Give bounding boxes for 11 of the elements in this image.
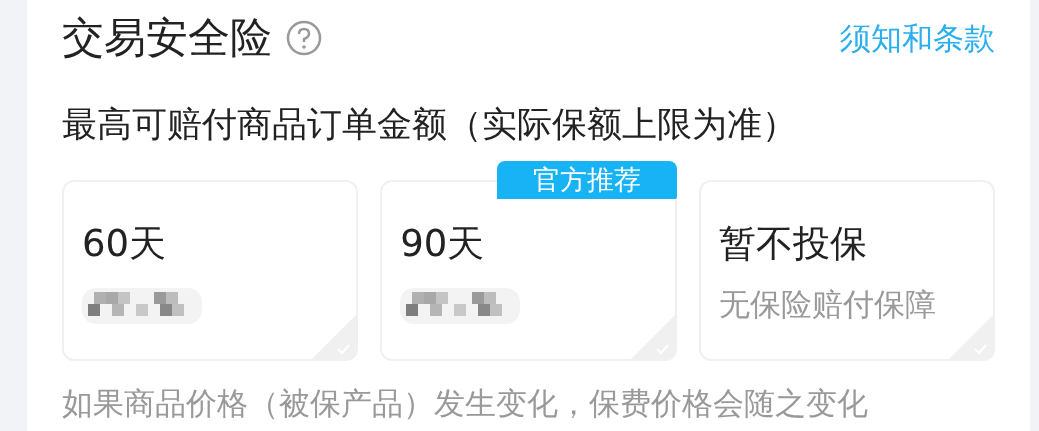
section-title: 交易安全险 xyxy=(62,13,272,63)
coverage-description: 最高可赔付商品订单金额（实际保额上限为准） xyxy=(62,103,798,146)
option-title: 暂不投保 xyxy=(718,222,868,266)
option-title: 60天 xyxy=(82,222,168,266)
recommended-badge: 官方推荐 xyxy=(496,161,677,199)
option-note: 无保险赔付保障 xyxy=(718,285,937,324)
option-card[interactable]: 60天 xyxy=(62,180,359,361)
price-change-note: 如果商品价格（被保产品）发生变化，保费价格会随之变化 xyxy=(62,384,869,423)
option-card[interactable]: 暂不投保 无保险赔付保障 xyxy=(698,180,995,361)
option-title: 90天 xyxy=(400,222,486,266)
help-icon[interactable] xyxy=(286,20,322,56)
